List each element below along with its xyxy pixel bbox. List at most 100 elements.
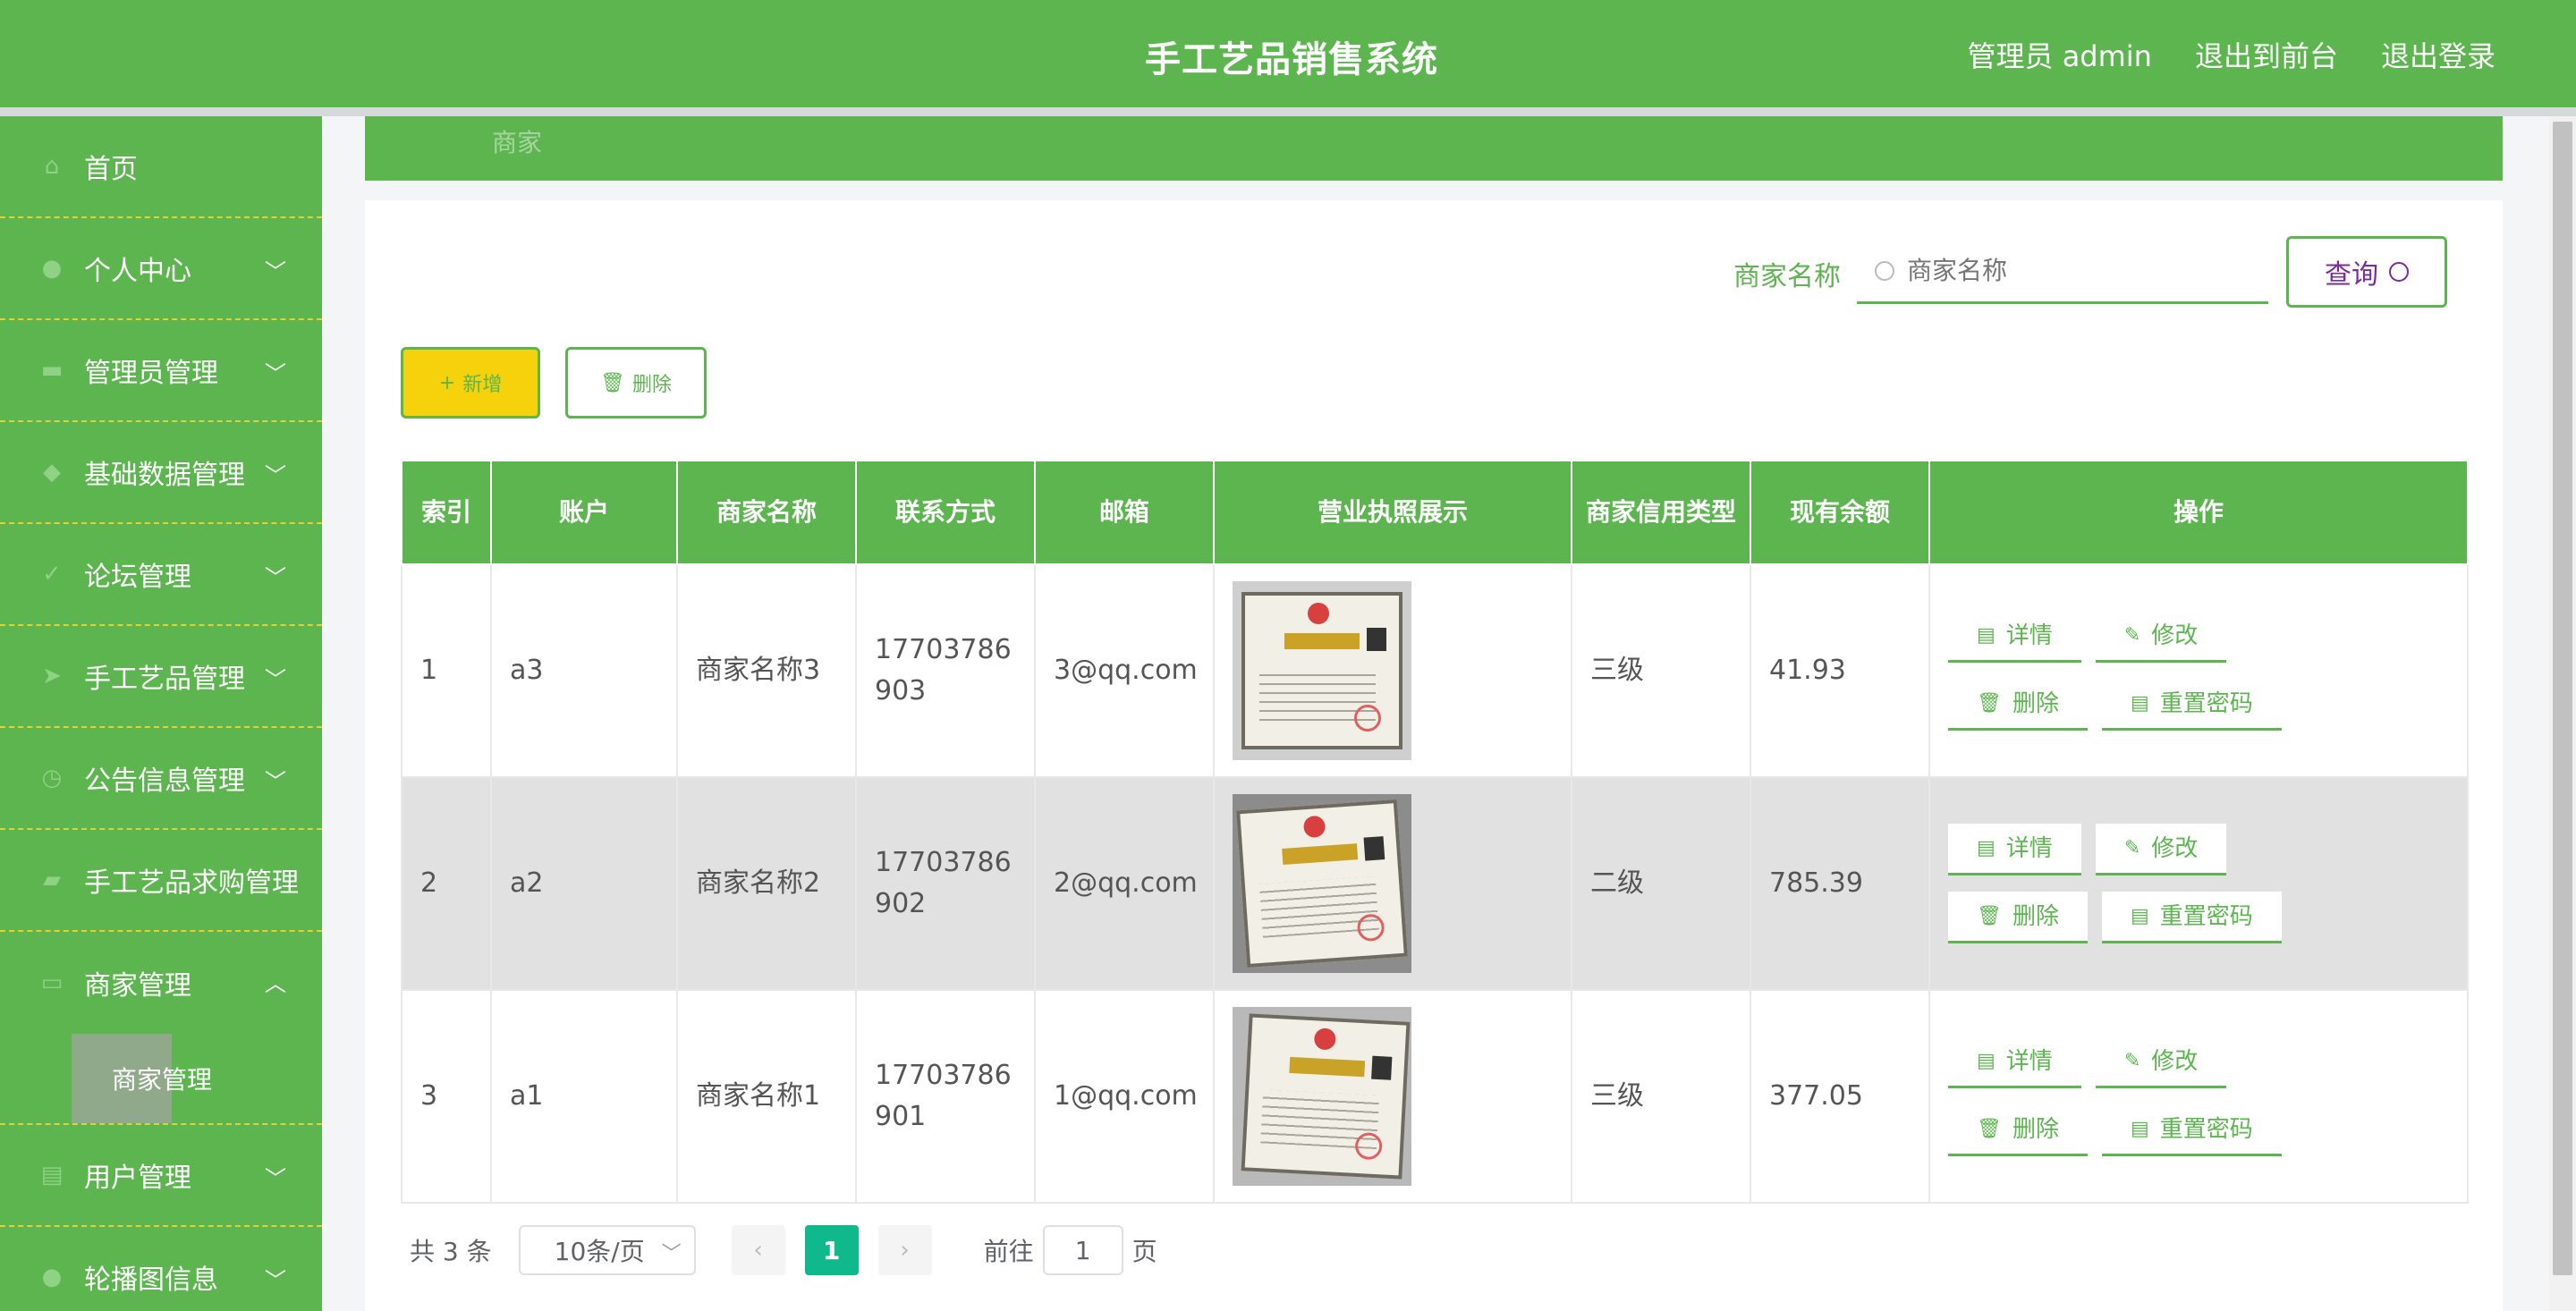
sidebar-item-purchase[interactable]: ▰ 手工艺品求购管理 [0,830,322,932]
edit-button[interactable]: ✎ 修改 [2095,611,2227,663]
goto-page-input[interactable]: 1 [1042,1225,1123,1275]
chevron-down-icon: ﹀ [265,259,286,284]
trash-icon: 🗑 [600,371,625,394]
chevron-down-icon: ﹀ [265,361,286,386]
edit-label: 修改 [2151,1047,2199,1075]
document-icon: ▤ [1977,623,1996,647]
document-icon: ▤ [1977,836,1996,859]
cell-index: 3 [401,989,492,1204]
detail-label: 详情 [2005,1047,2053,1075]
cell-index: 2 [401,776,492,991]
prev-page-button[interactable]: ‹ [731,1225,785,1275]
col-header-phone[interactable]: 联系方式 [855,460,1036,565]
col-header-name[interactable]: 商家名称 [676,460,857,565]
reset-password-button[interactable]: ▤ 重置密码 [2101,892,2282,943]
total-count: 共 3 条 [410,1237,492,1266]
cell-account: a3 [490,563,678,778]
chevron-down-icon: ﹀ [265,463,286,488]
delete-label: 删除 [2012,689,2059,717]
page-size-value: 10条/页 [554,1237,645,1266]
next-page-button[interactable]: › [877,1225,932,1275]
cell-name: 商家名称2 [676,776,857,991]
license-image[interactable] [1233,1007,1411,1186]
query-button-label: 查询 [2325,259,2378,291]
chevron-down-icon: ﹀ [265,1268,286,1293]
sidebar-item-handicraft[interactable]: ➤ 手工艺品管理 ﹀ [0,626,322,728]
admin-label: 管理员 admin [1967,39,2152,73]
top-header: 手工艺品销售系统 管理员 admin 退出到前台 退出登录 [0,0,2576,107]
sidebar-item-user-manage[interactable]: ▤ 用户管理 ﹀ [0,1125,322,1227]
user-icon: ● [41,1264,63,1290]
page-number-current[interactable]: 1 [804,1225,859,1275]
sidebar-item-base-data[interactable]: ◆ 基础数据管理 ﹀ [0,422,322,524]
delete-button[interactable]: 🗑 删除 [1948,1104,2088,1156]
col-header-credit[interactable]: 商家信用类型 [1571,460,1751,565]
sidebar-item-label: 个人中心 [84,256,191,287]
cell-phone: 17703786902 [855,776,1036,991]
document-icon: ▤ [2130,1117,2149,1140]
add-button[interactable]: + 新增 [401,347,540,419]
sidebar-item-admin-manage[interactable]: ▬ 管理员管理 ﹀ [0,320,322,422]
delete-label: 删除 [2012,1115,2059,1143]
chevron-right-icon: › [900,1237,910,1264]
cell-balance: 41.93 [1750,563,1930,778]
delete-button[interactable]: 🗑 删除 [1948,892,2088,943]
page-suffix: 页 [1131,1237,1157,1266]
sidebar-item-personal-center[interactable]: ● 个人中心 ﹀ [0,218,322,320]
sidebar-item-notice[interactable]: ◷ 公告信息管理 ﹀ [0,728,322,830]
sidebar-merchant-head[interactable]: ▭ 商家管理 ︿ [39,932,322,1034]
cell-balance: 377.05 [1750,989,1930,1204]
batch-delete-button[interactable]: 🗑 删除 [565,347,707,419]
delete-button[interactable]: 🗑 删除 [1948,679,2088,731]
cell-license [1213,776,1572,991]
table-row[interactable]: 3 a1 商家名称1 17703786901 1@qq.com 三级 377.0… [401,989,2469,1204]
cell-actions: ▤ 详情 ✎ 修改 🗑 删除 ▤ 重置密码 [1928,989,2469,1204]
sidebar-item-carousel[interactable]: ● 轮播图信息 ﹀ [0,1227,322,1311]
sidebar: ⌂ 首页 ● 个人中心 ﹀ ▬ 管理员管理 ﹀ ◆ 基础数据管理 ﹀ ✓ 论坛管… [0,116,322,1311]
sidebar-item-home[interactable]: ⌂ 首页 [0,116,322,218]
query-button[interactable]: 查询 [2286,236,2447,308]
reset-password-button[interactable]: ▤ 重置密码 [2101,679,2282,731]
col-header-account[interactable]: 账户 [490,460,678,565]
sidebar-item-label: 手工艺品求购管理 [84,867,299,899]
scrollbar-thumb[interactable] [2553,122,2572,1275]
edit-label: 修改 [2151,622,2199,649]
cell-credit: 二级 [1571,776,1751,991]
document-icon: ▤ [2130,691,2149,715]
sidebar-subitem-merchant-manage[interactable]: 商家管理 [72,1034,212,1123]
detail-button[interactable]: ▤ 详情 [1948,1036,2081,1088]
breadcrumb-item[interactable]: 商家 [492,123,542,159]
page-size-select[interactable]: 10条/页 ﹀ [518,1225,696,1275]
edit-icon: ✎ [2123,836,2141,859]
search-field[interactable] [1857,240,2268,304]
table-row[interactable]: 1 a3 商家名称3 17703786903 3@qq.com 三级 41.93… [401,563,2469,778]
monitor-icon: ▬ [40,357,64,384]
cell-email: 3@qq.com [1034,563,1215,778]
sidebar-item-label: 基础数据管理 [84,460,245,491]
col-header-license[interactable]: 营业执照展示 [1213,460,1572,565]
edit-button[interactable]: ✎ 修改 [2095,824,2227,875]
sidebar-item-forum[interactable]: ✓ 论坛管理 ﹀ [0,524,322,626]
location-icon: ◆ [43,459,61,486]
cell-email: 1@qq.com [1034,989,1215,1204]
cell-balance: 785.39 [1750,776,1930,991]
search-input[interactable] [1907,256,2247,285]
delete-label: 删除 [2012,902,2059,930]
sidebar-item-label: 用户管理 [84,1163,191,1194]
sidebar-item-merchant[interactable]: ▭ 商家管理 ︿ 商家管理 [0,932,322,1125]
detail-button[interactable]: ▤ 详情 [1948,611,2081,663]
edit-button[interactable]: ✎ 修改 [2095,1036,2227,1088]
col-header-email[interactable]: 邮箱 [1034,460,1215,565]
reset-password-button[interactable]: ▤ 重置密码 [2101,1104,2282,1156]
detail-button[interactable]: ▤ 详情 [1948,824,2081,875]
chevron-left-icon: ‹ [753,1237,763,1264]
col-header-index[interactable]: 索引 [401,460,492,565]
logout-link[interactable]: 退出登录 [2381,34,2496,75]
license-image[interactable] [1233,581,1411,760]
check-circle-icon: ✓ [42,561,62,588]
exit-to-front-link[interactable]: 退出到前台 [2195,34,2338,75]
table-row[interactable]: 2 a2 商家名称2 17703786902 2@qq.com 二级 785.3… [401,776,2469,991]
document-icon: ▤ [2130,904,2149,927]
license-image[interactable] [1233,794,1411,973]
col-header-balance[interactable]: 现有余额 [1750,460,1930,565]
